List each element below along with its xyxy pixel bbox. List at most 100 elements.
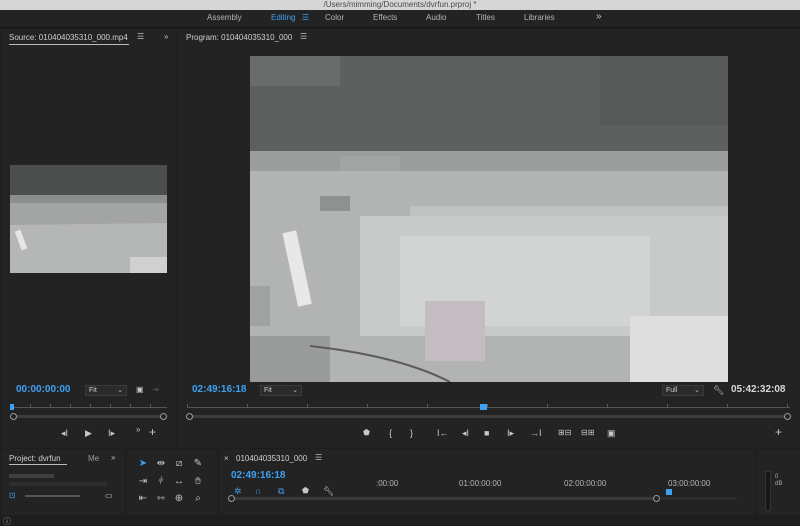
program-playhead[interactable]: [480, 404, 487, 410]
project-zoom-slider[interactable]: [25, 495, 80, 497]
mark-out-icon[interactable]: }: [410, 428, 413, 438]
go-to-in-icon[interactable]: I←: [437, 428, 449, 438]
timeline-panel-menu-icon[interactable]: ☰: [315, 453, 322, 462]
window-title: /Users/mimming/Documents/dvrfun.prproj *: [0, 0, 800, 10]
timeline-zoom-scrollbar[interactable]: [233, 497, 657, 500]
slip-slide-tool-icon[interactable]: ⊕: [172, 493, 186, 505]
list-view-icon[interactable]: ⊡: [9, 491, 16, 501]
extract-icon[interactable]: ⊟⊞: [581, 428, 594, 438]
timeline-scroll-start-handle[interactable]: [228, 495, 235, 502]
rate-stretch-tool-icon[interactable]: ⇤: [136, 493, 150, 505]
panel-more-icon[interactable]: »: [164, 32, 168, 41]
source-add-button-icon[interactable]: +: [149, 426, 156, 438]
source-time-ruler[interactable]: [10, 400, 167, 408]
workspace-menu-icon[interactable]: ☰: [302, 13, 309, 22]
source-scroll-end-handle[interactable]: [160, 413, 167, 420]
program-fit-select[interactable]: Fit ⌄: [260, 385, 302, 396]
program-scroll-start-handle[interactable]: [186, 413, 193, 420]
step-forward-icon[interactable]: I▸: [507, 428, 514, 438]
zoom-tool-icon[interactable]: ⌕: [191, 493, 205, 505]
rolling-edit-tool-icon[interactable]: ⫩: [154, 476, 168, 488]
media-browser-tab[interactable]: Me: [88, 454, 99, 463]
sequence-tab[interactable]: 010404035310_000: [236, 454, 307, 463]
new-bin-icon[interactable]: ▭: [105, 491, 113, 501]
ruler-label: 01:00:00:00: [459, 479, 502, 488]
status-info-icon[interactable]: ⓘ: [3, 516, 11, 526]
timeline-scroll-end-handle[interactable]: [653, 495, 660, 502]
project-panel: Project: dvrfun Me » ⊡ ▭: [1, 449, 125, 515]
program-tab[interactable]: Program: 010404035310_000: [186, 33, 292, 42]
source-monitor-panel: Source: 010404035310_000.mp4 ☰ » 00:00:0…: [1, 29, 176, 448]
program-scroll-end-handle[interactable]: [784, 413, 791, 420]
workspace-libraries[interactable]: Libraries: [524, 13, 555, 22]
linked-selection-icon[interactable]: ⧉: [278, 486, 284, 496]
program-add-button-icon[interactable]: +: [775, 426, 782, 438]
add-marker-icon[interactable]: ⬟: [302, 486, 309, 496]
selection-tool-icon[interactable]: ➤: [136, 458, 150, 470]
mark-in-icon[interactable]: {: [389, 428, 392, 438]
program-fit-value: Fit: [264, 387, 272, 394]
source-scroll-start-handle[interactable]: [10, 413, 17, 420]
program-time-ruler[interactable]: [187, 400, 790, 408]
program-resolution-value: Full: [666, 387, 678, 394]
timeline-playhead[interactable]: [666, 489, 672, 495]
workspace-audio[interactable]: Audio: [426, 13, 446, 22]
step-back-icon[interactable]: ◂I: [61, 428, 68, 438]
source-timecode[interactable]: 00:00:00:00: [16, 384, 70, 395]
ripple-edit-tool-icon[interactable]: ⇥: [136, 476, 150, 488]
source-video-frame: [10, 165, 167, 273]
snap-magnet-icon[interactable]: ∩: [255, 486, 261, 496]
source-tab[interactable]: Source: 010404035310_000.mp4: [9, 33, 128, 42]
workspace-color[interactable]: Color: [325, 13, 344, 22]
workspace-titles[interactable]: Titles: [476, 13, 495, 22]
timeline-timecode[interactable]: 02:49:16:18: [231, 470, 285, 481]
export-frame-camera-icon[interactable]: ▣: [607, 428, 616, 438]
step-back-icon[interactable]: ◂I: [462, 428, 469, 438]
stop-icon[interactable]: ■: [484, 428, 489, 438]
hand-tool-icon[interactable]: ✋︎: [191, 476, 205, 488]
source-settings-icon[interactable]: ▣: [136, 385, 144, 395]
track-select-tool-icon[interactable]: ⇹: [154, 458, 168, 470]
program-timecode[interactable]: 02:49:16:18: [192, 384, 246, 395]
workspace-bar: Assembly Editing ☰ Color Effects Audio T…: [0, 10, 800, 28]
audio-meter-panel: 0 dB: [757, 449, 800, 515]
source-button-editor-more-icon[interactable]: »: [136, 425, 140, 435]
program-zoom-scrollbar[interactable]: [190, 415, 788, 418]
close-sequence-icon[interactable]: ×: [224, 454, 229, 464]
program-resolution-select[interactable]: Full ⌄: [662, 385, 704, 396]
step-forward-icon[interactable]: I▸: [108, 428, 115, 438]
workspace-effects[interactable]: Effects: [373, 13, 397, 22]
project-search-field[interactable]: [9, 474, 54, 478]
source-frame-image: [10, 165, 167, 273]
meter-scale-unit: dB: [775, 481, 783, 487]
source-fit-value: Fit: [89, 387, 97, 394]
slip-tool-icon[interactable]: ↔: [172, 476, 186, 488]
more-workspaces-icon[interactable]: »: [596, 11, 602, 22]
lift-icon[interactable]: ⊞⊟: [558, 428, 571, 438]
razor-tool-icon[interactable]: ⧄: [172, 458, 186, 470]
program-panel-menu-icon[interactable]: ☰: [300, 32, 307, 41]
ruler-label: 03:00:00:00: [668, 479, 711, 488]
program-duration: 05:42:32:08: [731, 384, 786, 395]
workspace-editing[interactable]: Editing: [271, 13, 295, 22]
project-tab[interactable]: Project: dvrfun: [9, 454, 61, 463]
add-marker-icon[interactable]: ⬟: [363, 428, 370, 438]
source-panel-menu-icon[interactable]: ☰: [137, 32, 144, 41]
timeline-scroll-track[interactable]: [661, 497, 737, 500]
workspace-assembly[interactable]: Assembly: [207, 13, 242, 22]
source-insert-icon[interactable]: ⇥: [152, 385, 159, 395]
ruler-label: :00:00: [376, 479, 399, 488]
play-icon[interactable]: ▶: [85, 428, 92, 438]
timeline-settings-wrench-icon[interactable]: 🔧︎: [323, 486, 334, 496]
slide-tool-icon[interactable]: ⇿: [154, 493, 168, 505]
tools-panel: ➤ ⇹ ⧄ ✎ ⇥ ⫩ ↔ ✋︎ ⇤ ⇿ ⊕ ⌕: [127, 449, 217, 515]
source-playhead[interactable]: [10, 404, 14, 410]
panel-more-icon[interactable]: »: [111, 453, 115, 462]
go-to-out-icon[interactable]: →I: [530, 428, 542, 438]
pen-tool-icon[interactable]: ✎: [191, 458, 205, 470]
program-settings-wrench-icon[interactable]: 🔧︎: [713, 385, 724, 395]
nest-toggle-icon[interactable]: ✲: [234, 486, 242, 496]
source-zoom-scrollbar[interactable]: [14, 415, 164, 418]
source-fit-select[interactable]: Fit ⌄: [85, 385, 127, 396]
project-item-row[interactable]: [9, 482, 107, 486]
